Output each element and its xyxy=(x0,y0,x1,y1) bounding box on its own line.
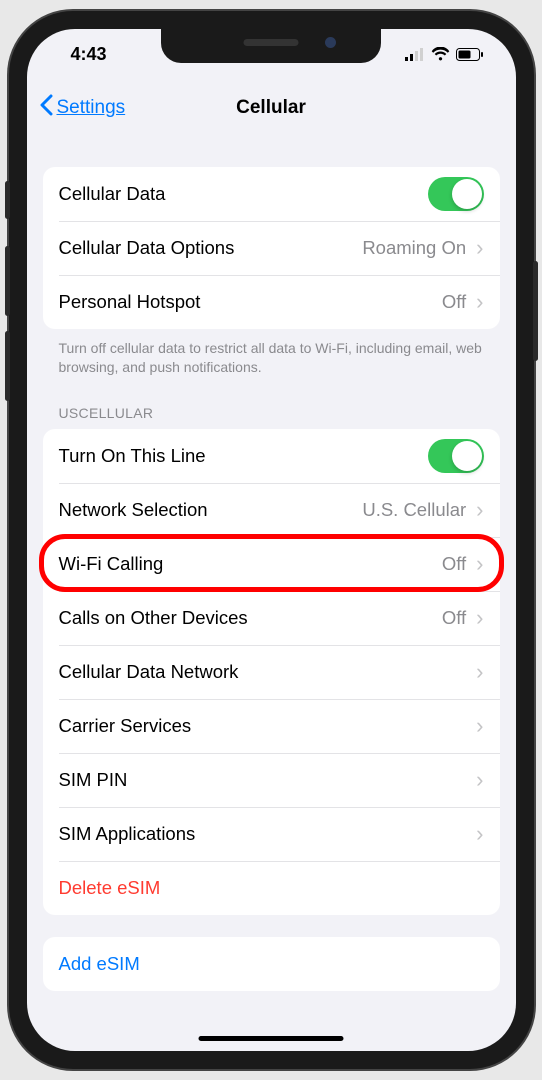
settings-group-3: Add eSIM xyxy=(43,937,500,991)
chevron-right-icon: › xyxy=(476,769,483,791)
home-indicator[interactable] xyxy=(199,1036,344,1041)
cellular-data-options-label: Cellular Data Options xyxy=(59,237,363,259)
cellular-data-network-row[interactable]: Cellular Data Network › xyxy=(43,645,500,699)
page-title: Cellular xyxy=(236,97,306,119)
cellular-data-network-label: Cellular Data Network xyxy=(59,661,477,683)
mute-switch xyxy=(5,181,10,219)
chevron-right-icon: › xyxy=(476,715,483,737)
sim-applications-row[interactable]: SIM Applications › xyxy=(43,807,500,861)
settings-group-2: Turn On This Line Network Selection U.S.… xyxy=(43,429,500,915)
sim-pin-label: SIM PIN xyxy=(59,769,477,791)
content: Cellular Data Cellular Data Options Roam… xyxy=(27,137,516,991)
nav-bar: Settings Cellular xyxy=(27,79,516,137)
network-selection-label: Network Selection xyxy=(59,499,363,521)
wifi-calling-value: Off xyxy=(442,553,466,575)
carrier-section-header: USCELLULAR xyxy=(43,377,500,429)
chevron-right-icon: › xyxy=(476,661,483,683)
cellular-data-options-row[interactable]: Cellular Data Options Roaming On › xyxy=(43,221,500,275)
phone-frame: 4:43 Settings Cellular xyxy=(9,11,534,1069)
carrier-services-row[interactable]: Carrier Services › xyxy=(43,699,500,753)
status-time: 4:43 xyxy=(71,44,107,65)
network-selection-value: U.S. Cellular xyxy=(362,499,466,521)
sim-applications-label: SIM Applications xyxy=(59,823,477,845)
sim-pin-row[interactable]: SIM PIN › xyxy=(43,753,500,807)
cellular-data-label: Cellular Data xyxy=(59,183,428,205)
chevron-right-icon: › xyxy=(476,237,483,259)
wifi-calling-row[interactable]: Wi-Fi Calling Off › xyxy=(43,537,500,591)
calls-other-devices-row[interactable]: Calls on Other Devices Off › xyxy=(43,591,500,645)
chevron-right-icon: › xyxy=(476,607,483,629)
group-1-footer: Turn off cellular data to restrict all d… xyxy=(43,329,500,377)
calls-other-devices-value: Off xyxy=(442,607,466,629)
notch xyxy=(161,29,381,63)
wifi-calling-label: Wi-Fi Calling xyxy=(59,553,442,575)
settings-group-1: Cellular Data Cellular Data Options Roam… xyxy=(43,167,500,329)
cellular-data-toggle[interactable] xyxy=(428,177,484,211)
turn-on-line-toggle[interactable] xyxy=(428,439,484,473)
carrier-services-label: Carrier Services xyxy=(59,715,477,737)
chevron-right-icon: › xyxy=(476,553,483,575)
back-button[interactable]: Settings xyxy=(39,94,126,122)
screen: 4:43 Settings Cellular xyxy=(27,29,516,1051)
chevron-left-icon xyxy=(39,94,53,122)
cellular-data-row[interactable]: Cellular Data xyxy=(43,167,500,221)
chevron-right-icon: › xyxy=(476,291,483,313)
personal-hotspot-row[interactable]: Personal Hotspot Off › xyxy=(43,275,500,329)
delete-esim-label: Delete eSIM xyxy=(59,877,484,899)
delete-esim-row[interactable]: Delete eSIM xyxy=(43,861,500,915)
volume-down xyxy=(5,331,10,401)
back-label: Settings xyxy=(57,97,126,119)
personal-hotspot-value: Off xyxy=(442,291,466,313)
turn-on-line-label: Turn On This Line xyxy=(59,445,428,467)
battery-icon xyxy=(456,48,484,61)
personal-hotspot-label: Personal Hotspot xyxy=(59,291,442,313)
chevron-right-icon: › xyxy=(476,823,483,845)
power-button xyxy=(533,261,538,361)
network-selection-row[interactable]: Network Selection U.S. Cellular › xyxy=(43,483,500,537)
add-esim-row[interactable]: Add eSIM xyxy=(43,937,500,991)
wifi-icon xyxy=(431,47,450,61)
volume-up xyxy=(5,246,10,316)
turn-on-line-row[interactable]: Turn On This Line xyxy=(43,429,500,483)
cellular-data-options-value: Roaming On xyxy=(362,237,466,259)
signal-icon xyxy=(405,48,425,61)
add-esim-label: Add eSIM xyxy=(59,953,484,975)
calls-other-devices-label: Calls on Other Devices xyxy=(59,607,442,629)
chevron-right-icon: › xyxy=(476,499,483,521)
